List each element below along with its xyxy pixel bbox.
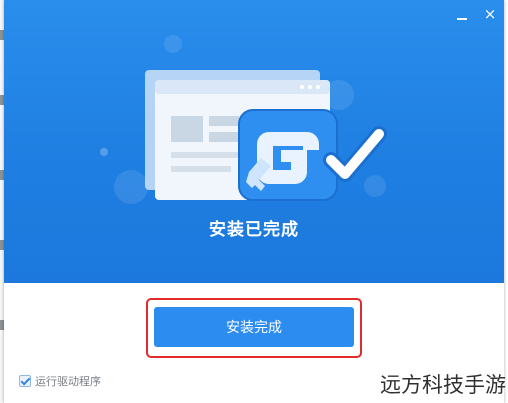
run-driver-label: 运行驱动程序 — [35, 375, 101, 388]
install-complete-title: 安装已完成 — [209, 220, 299, 240]
run-driver-option[interactable]: 运行驱动程序 — [19, 373, 101, 389]
hero-banner: × 安装已完成 — [4, 0, 504, 283]
close-button[interactable]: × — [482, 6, 498, 22]
run-driver-checkbox[interactable] — [19, 375, 31, 387]
install-complete-illustration — [145, 70, 387, 201]
minimize-button[interactable] — [454, 6, 470, 22]
decorative-bubble — [164, 35, 182, 53]
app-logo-icon — [238, 109, 338, 201]
finish-install-button[interactable]: 安装完成 — [154, 307, 354, 347]
site-watermark: 远方科技手游 — [380, 373, 506, 397]
minimize-icon — [457, 18, 467, 20]
screen: × 安装已完成 安装完成 运行驱动程序 远方科技手游 — [0, 0, 508, 403]
installer-dialog: × 安装已完成 安装完成 运行驱动程序 — [4, 0, 504, 403]
